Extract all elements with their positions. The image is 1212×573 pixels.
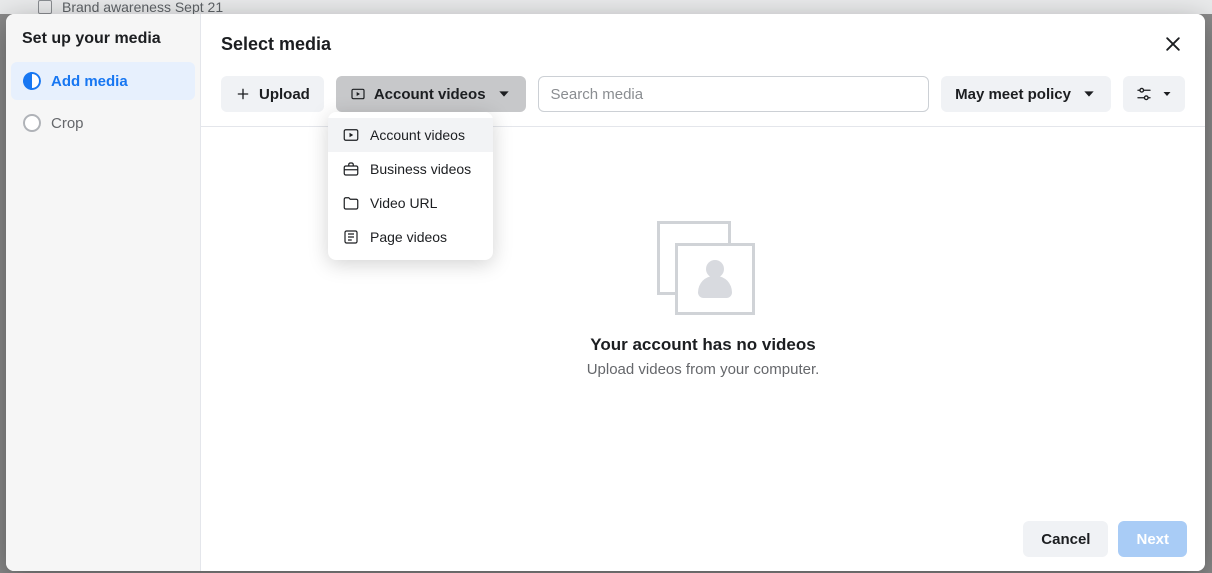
background-campaign-row: Brand awareness Sept 21 (0, 0, 1212, 14)
caret-down-icon (496, 86, 512, 102)
sidebar-item-label: Add media (51, 73, 128, 90)
caret-down-icon (1081, 86, 1097, 102)
sliders-icon (1135, 85, 1153, 103)
main-panel: Select media Upload Account videos (201, 14, 1205, 571)
sidebar-item-add-media[interactable]: Add media (11, 62, 195, 100)
policy-dropdown-button[interactable]: May meet policy (941, 76, 1111, 112)
close-icon (1163, 34, 1183, 54)
video-icon (350, 86, 366, 102)
media-dialog: Set up your media Add media Crop Select … (6, 14, 1205, 571)
dropdown-item-label: Page videos (370, 229, 447, 245)
dropdown-item-account-videos[interactable]: Account videos (328, 118, 493, 152)
toolbar: Upload Account videos May meet policy (201, 62, 1205, 127)
campaign-name: Brand awareness Sept 21 (62, 0, 223, 14)
page-icon (342, 228, 360, 246)
dropdown-item-page-videos[interactable]: Page videos (328, 220, 493, 254)
policy-label: May meet policy (955, 86, 1071, 103)
close-button[interactable] (1161, 32, 1185, 56)
sidebar-item-crop[interactable]: Crop (11, 104, 195, 142)
source-dropdown-button[interactable]: Account videos (336, 76, 526, 112)
sidebar-title: Set up your media (6, 30, 200, 60)
sidebar-item-label: Crop (51, 115, 84, 132)
dropdown-item-label: Video URL (370, 195, 437, 211)
search-input[interactable] (538, 76, 930, 112)
empty-title: Your account has no videos (590, 335, 815, 355)
dropdown-item-video-url[interactable]: Video URL (328, 186, 493, 220)
setup-sidebar: Set up your media Add media Crop (6, 14, 201, 571)
main-header: Select media (201, 14, 1205, 62)
source-label: Account videos (374, 86, 486, 103)
upload-label: Upload (259, 86, 310, 103)
briefcase-icon (342, 160, 360, 178)
dialog-footer: Cancel Next (201, 507, 1205, 571)
dropdown-item-label: Business videos (370, 161, 471, 177)
dropdown-item-label: Account videos (370, 127, 465, 143)
empty-subtitle: Upload videos from your computer. (587, 361, 820, 378)
plus-icon (235, 86, 251, 102)
circle-icon (23, 114, 41, 132)
half-circle-icon (23, 72, 41, 90)
checkbox-icon (38, 0, 52, 14)
source-dropdown-menu: Account videos Business videos Video URL (328, 112, 493, 260)
cancel-button[interactable]: Cancel (1023, 521, 1108, 557)
next-button[interactable]: Next (1118, 521, 1187, 557)
folder-icon (342, 194, 360, 212)
main-title: Select media (221, 34, 331, 55)
filters-button[interactable] (1123, 76, 1185, 112)
video-icon (342, 126, 360, 144)
caret-down-icon (1161, 88, 1173, 100)
dropdown-item-business-videos[interactable]: Business videos (328, 152, 493, 186)
upload-button[interactable]: Upload (221, 76, 324, 112)
empty-illustration-icon (653, 217, 753, 317)
